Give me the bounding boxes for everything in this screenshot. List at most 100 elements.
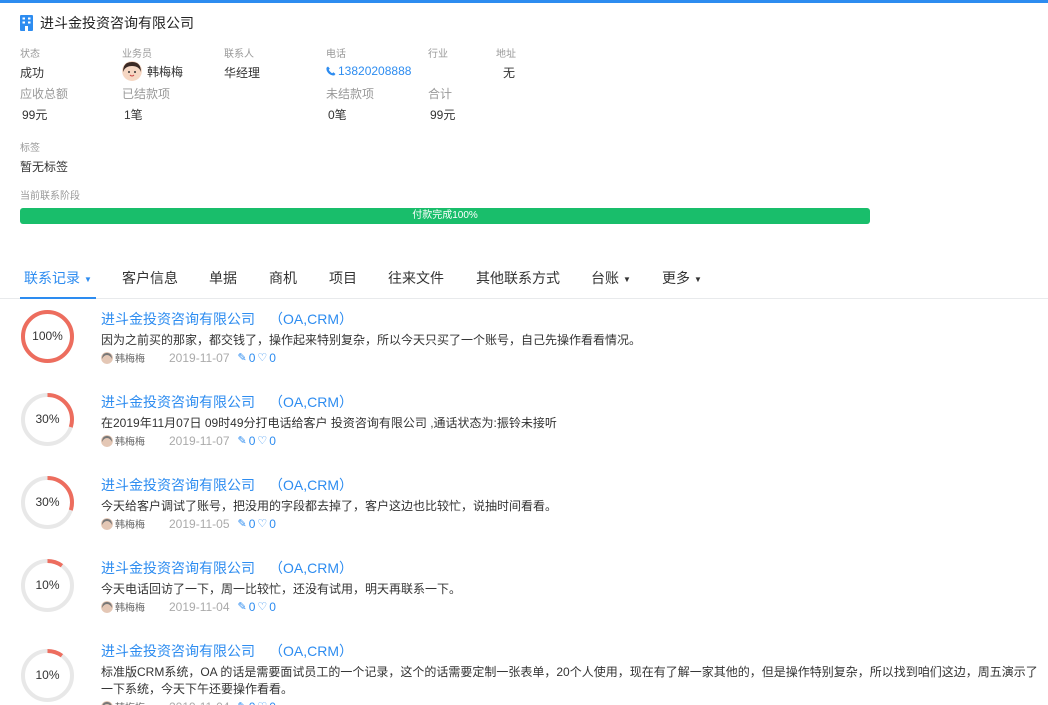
record-progress-ring: 10% — [20, 648, 75, 703]
tab-customer-info[interactable]: 客户信息 — [122, 268, 178, 288]
record-company: 进斗金投资咨询有限公司 — [101, 560, 255, 576]
tab-contact-records[interactable]: 联系记录 ▼ — [24, 268, 92, 288]
tags-value: 暂无标签 — [20, 160, 69, 174]
like-count: 0 — [269, 700, 276, 705]
tab-label: 往来文件 — [388, 270, 444, 286]
heart-icon[interactable]: ♡ — [257, 700, 267, 705]
record-title-link[interactable]: 进斗金投资咨询有限公司 （OA,CRM） — [101, 558, 353, 578]
record-company: 进斗金投资咨询有限公司 — [101, 477, 255, 493]
tab-label: 项目 — [329, 270, 357, 286]
caret-down-icon: ▼ — [623, 274, 631, 284]
tab-label: 台账 — [591, 270, 619, 286]
tab-opportunities[interactable]: 商机 — [269, 268, 297, 288]
caret-down-icon: ▼ — [84, 274, 92, 284]
stage-progress-text: 付款完成100% — [412, 210, 478, 221]
tab-more[interactable]: 更多 ▼ — [662, 268, 702, 288]
record-title-link[interactable]: 进斗金投资咨询有限公司 （OA,CRM） — [101, 392, 353, 412]
record-date: 2019-11-07 — [169, 350, 230, 365]
edit-icon[interactable]: ✎ — [238, 700, 247, 705]
tab-label: 更多 — [662, 270, 690, 286]
record-author: 韩梅梅 — [115, 437, 145, 448]
record-progress-ring: 100% — [20, 309, 75, 364]
record-progress-ring: 30% — [20, 392, 75, 447]
record-title-link[interactable]: 进斗金投资咨询有限公司 （OA,CRM） — [101, 475, 353, 495]
address-label: 地址 — [496, 49, 516, 60]
record-meta: 韩梅梅 2019-11-05 ✎ 0 ♡ 0 — [101, 516, 278, 531]
heart-icon[interactable]: ♡ — [257, 434, 267, 447]
receivable-value: 99元 — [22, 108, 48, 122]
record-company: 进斗金投资咨询有限公司 — [101, 394, 255, 410]
tab-label: 其他联系方式 — [476, 270, 560, 286]
edit-count: 0 — [249, 700, 256, 705]
avatar — [122, 61, 142, 81]
record-meta: 韩梅梅 2019-11-04 ✎ 0 ♡ 0 — [101, 599, 278, 614]
record-title-link[interactable]: 进斗金投资咨询有限公司 （OA,CRM） — [101, 641, 353, 661]
settled-label: 已结款项 — [122, 87, 171, 101]
tab-other-contacts[interactable]: 其他联系方式 — [476, 268, 560, 288]
heart-icon[interactable]: ♡ — [257, 351, 267, 364]
phone-label: 电话 — [326, 49, 346, 60]
record-company: 进斗金投资咨询有限公司 — [101, 643, 255, 659]
tab-documents[interactable]: 单据 — [209, 268, 237, 288]
record-meta: 韩梅梅 2019-11-07 ✎ 0 ♡ 0 — [101, 350, 278, 365]
edit-count: 0 — [248, 599, 256, 614]
heart-icon[interactable]: ♡ — [257, 517, 267, 530]
edit-icon[interactable]: ✎ — [238, 434, 247, 447]
status-value: 成功 — [20, 66, 45, 80]
record-meta: 韩梅梅 2019-11-04 ✎ 0 ♡ 0 — [101, 699, 278, 705]
record-author: 韩梅梅 — [115, 354, 145, 365]
tab-label: 联系记录 — [24, 270, 80, 286]
ring-percent-label: 30% — [35, 495, 60, 509]
tab-label: 商机 — [269, 270, 297, 286]
top-accent-bar — [0, 0, 1048, 3]
tab-projects[interactable]: 项目 — [329, 268, 357, 288]
tab-ledger[interactable]: 台账 ▼ — [591, 268, 631, 288]
company-header: 进斗金投资咨询有限公司 — [20, 13, 194, 33]
tab-label: 单据 — [209, 270, 237, 286]
edit-icon[interactable]: ✎ — [238, 517, 247, 530]
author-avatar — [101, 700, 113, 705]
total-label: 合计 — [428, 87, 453, 101]
edit-icon[interactable]: ✎ — [238, 351, 247, 364]
edit-count: 0 — [248, 516, 256, 531]
record-date: 2019-11-04 — [169, 700, 230, 705]
edit-icon[interactable]: ✎ — [238, 600, 247, 613]
unsettled-value: 0笔 — [328, 108, 347, 122]
company-name: 进斗金投资咨询有限公司 — [40, 15, 194, 31]
phone-icon — [326, 66, 336, 76]
unsettled-label: 未结款项 — [326, 87, 375, 101]
tab-files[interactable]: 往来文件 — [388, 268, 444, 288]
salesperson-value[interactable]: 韩梅梅 — [122, 61, 183, 81]
record-date: 2019-11-04 — [169, 599, 230, 614]
record-body: 标准版CRM系统，OA 的话是需要面试员工的一个记录，这个的话需要定制一张表单，… — [101, 665, 1038, 696]
record-body: 今天电话回访了一下，周一比较忙，还没有试用，明天再联系一下。 — [101, 582, 462, 596]
record-tag: （OA,CRM） — [269, 477, 353, 493]
record-author: 韩梅梅 — [115, 699, 145, 705]
salesperson-name: 韩梅梅 — [147, 64, 184, 79]
like-count: 0 — [269, 599, 276, 614]
phone-link[interactable]: 13820208888 — [326, 64, 411, 78]
edit-count: 0 — [248, 350, 256, 365]
building-icon — [20, 15, 33, 31]
record-author: 韩梅梅 — [115, 603, 145, 614]
stage-progress-bar: 付款完成100% — [20, 208, 870, 224]
contact-label: 联系人 — [224, 49, 254, 60]
stage-label: 当前联系阶段 — [20, 191, 80, 202]
address-value: 无 — [503, 66, 516, 80]
like-count: 0 — [269, 433, 276, 448]
like-count: 0 — [269, 350, 276, 365]
record-title-link[interactable]: 进斗金投资咨询有限公司 （OA,CRM） — [101, 309, 353, 329]
author-avatar — [101, 434, 113, 447]
record-date: 2019-11-05 — [169, 516, 230, 531]
record-body: 在2019年11月07日 09时49分打电话给客户 投资咨询有限公司 ,通话状态… — [101, 416, 557, 430]
record-progress-ring: 30% — [20, 475, 75, 530]
tab-label: 客户信息 — [122, 270, 178, 286]
caret-down-icon: ▼ — [694, 274, 702, 284]
record-tag: （OA,CRM） — [269, 311, 353, 327]
record-tag: （OA,CRM） — [269, 560, 353, 576]
record-tag: （OA,CRM） — [269, 643, 353, 659]
record-body: 今天给客户调试了账号，把没用的字段都去掉了，客户这边也比较忙，说抽时间看看。 — [101, 499, 558, 513]
record-tag: （OA,CRM） — [269, 394, 353, 410]
heart-icon[interactable]: ♡ — [257, 600, 267, 613]
ring-percent-label: 10% — [35, 668, 60, 682]
